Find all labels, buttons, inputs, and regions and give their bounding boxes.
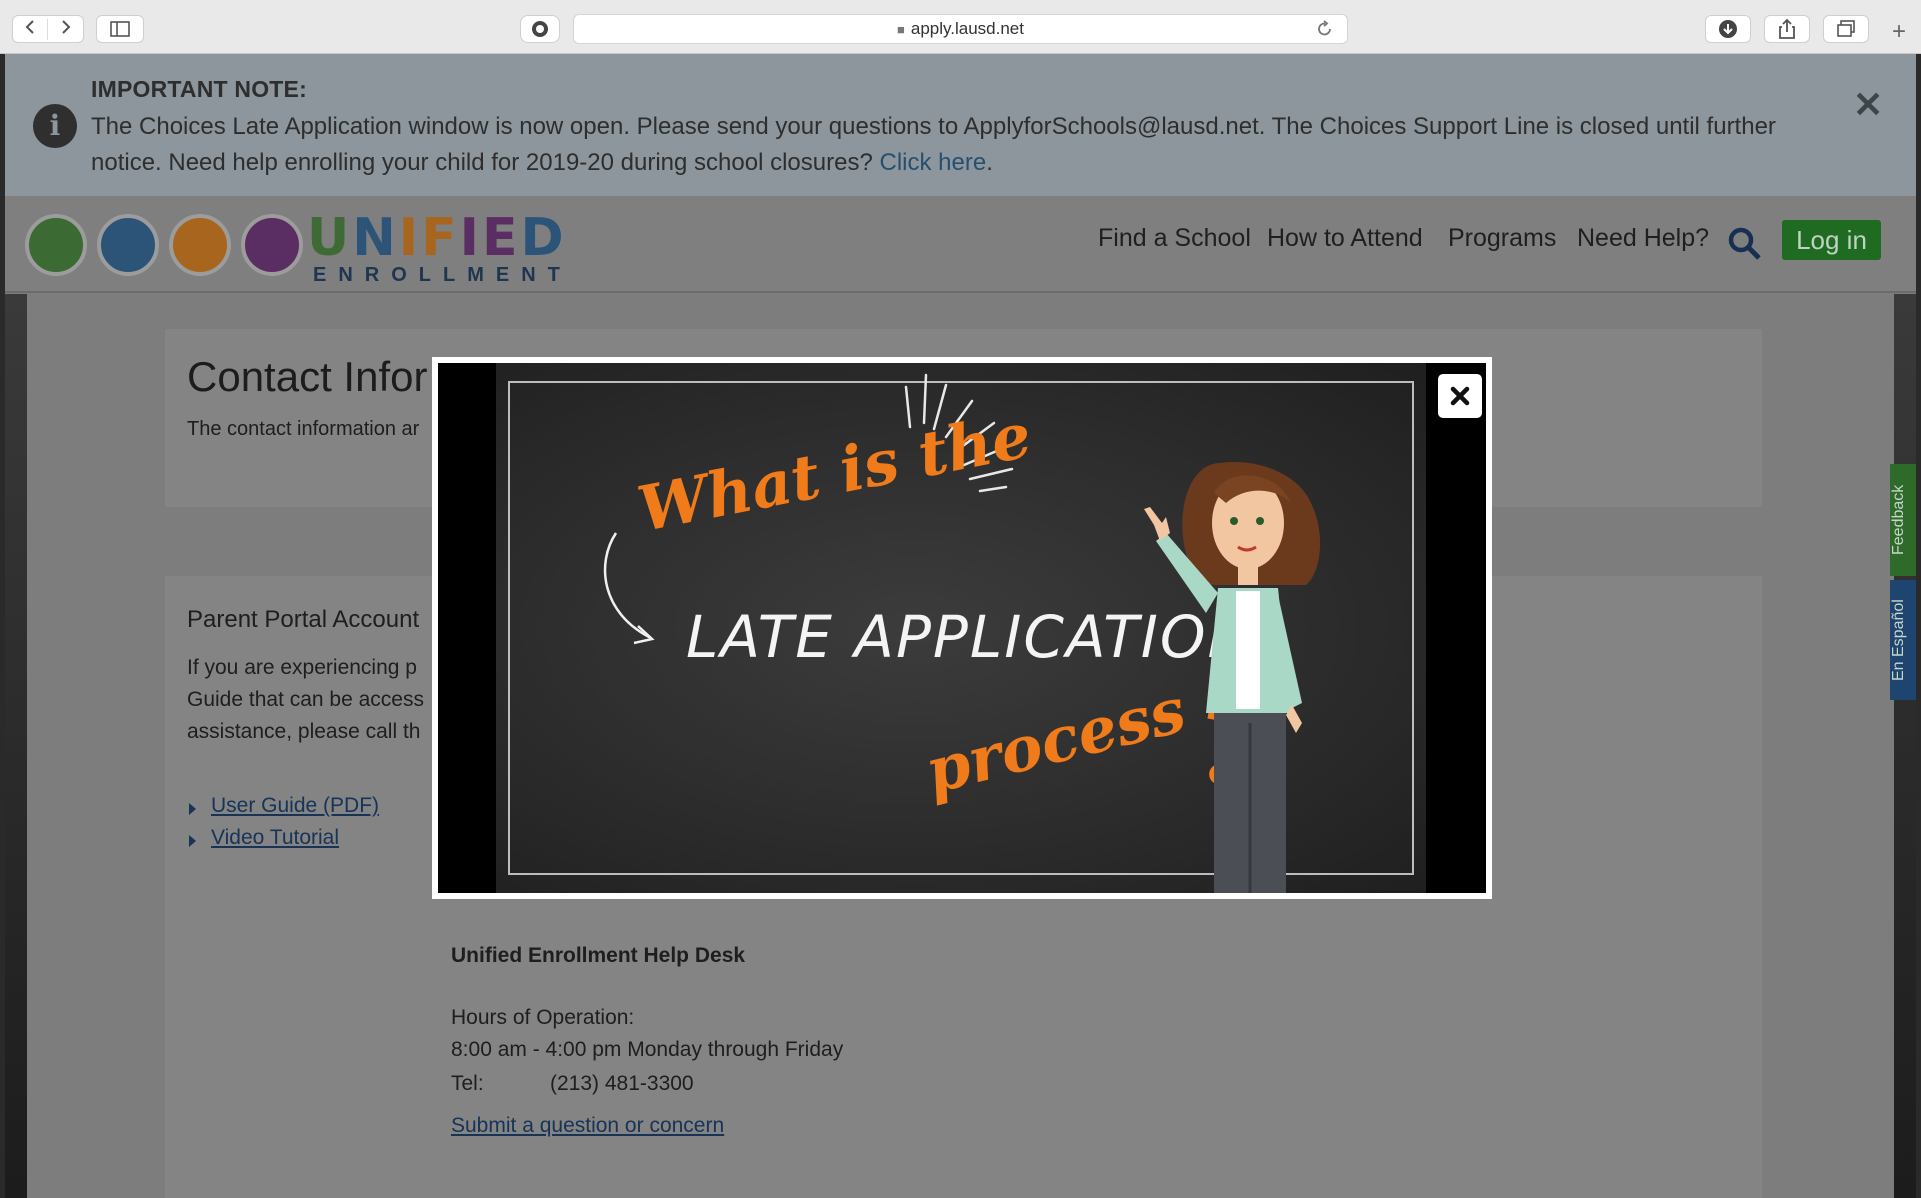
- next-card: [165, 1166, 1762, 1198]
- reload-icon[interactable]: [1317, 20, 1333, 43]
- privacy-icon[interactable]: [520, 15, 560, 43]
- nav-find-a-school[interactable]: Find a School: [1098, 224, 1251, 253]
- video-modal: What is the LATE APPLICATION process ?: [432, 357, 1492, 899]
- sidebar-toggle-icon[interactable]: [96, 15, 144, 43]
- share-icon[interactable]: [1764, 15, 1810, 43]
- background-left: [5, 294, 27, 1198]
- browser-toolbar: ■ apply.lausd.net +: [0, 0, 1921, 54]
- bullet-icon: [189, 803, 196, 815]
- nav-how-to-attend[interactable]: How to Attend: [1267, 224, 1423, 253]
- feedback-tab[interactable]: Feedback: [1890, 464, 1916, 576]
- search-icon[interactable]: [1727, 226, 1763, 267]
- close-notice-icon[interactable]: ✕: [1853, 84, 1883, 126]
- chalkboard: What is the LATE APPLICATION process ?: [496, 363, 1426, 893]
- info-icon: i: [33, 104, 77, 148]
- contact-intro: The contact information ar: [187, 418, 420, 440]
- notice-message: The Choices Late Application window is n…: [91, 109, 1801, 181]
- close-video-button[interactable]: [1438, 374, 1482, 418]
- logo-tree-icon: [25, 214, 87, 276]
- notice-click-here-link[interactable]: Click here: [879, 149, 986, 176]
- presenter-character: [1144, 462, 1321, 893]
- bullet-icon: [189, 835, 196, 847]
- lock-icon: ■: [897, 21, 905, 37]
- nav-need-help[interactable]: Need Help?: [1577, 224, 1709, 253]
- user-guide-link[interactable]: User Guide (PDF): [211, 794, 379, 818]
- helpdesk-title: Unified Enrollment Help Desk: [451, 944, 746, 967]
- important-notice-banner: i IMPORTANT NOTE: The Choices Late Appli…: [5, 54, 1916, 196]
- page-title: Contact Infor: [187, 353, 428, 400]
- notice-title: IMPORTANT NOTE:: [91, 76, 307, 102]
- site-header: UNIFIED ENROLLMENT Find a School How to …: [5, 196, 1916, 293]
- logo-family-icon: [169, 214, 231, 276]
- portal-line-2: Guide that can be access: [187, 688, 424, 711]
- back-icon[interactable]: [13, 18, 49, 40]
- logo-at-icon: [241, 214, 303, 276]
- tel-value: (213) 481-3300: [550, 1072, 694, 1095]
- hours-value: 8:00 am - 4:00 pm Monday through Friday: [451, 1038, 844, 1061]
- espanol-tab[interactable]: En Español: [1890, 580, 1916, 700]
- logo-subtitle: ENROLLMENT: [313, 264, 572, 286]
- portal-line-3: assistance, please call th: [187, 720, 421, 743]
- tel-label: Tel:: [451, 1072, 484, 1095]
- portal-heading: Parent Portal Account: [187, 606, 420, 633]
- submit-question-link[interactable]: Submit a question or concern: [451, 1114, 724, 1138]
- new-tab-icon[interactable]: +: [1884, 18, 1914, 48]
- video-tutorial-link[interactable]: Video Tutorial: [211, 826, 339, 850]
- notice-suffix: .: [986, 149, 993, 176]
- tabs-overview-icon[interactable]: [1823, 15, 1869, 43]
- download-icon[interactable]: [1705, 15, 1751, 43]
- nav-programs[interactable]: Programs: [1448, 224, 1556, 253]
- url-text: apply.lausd.net: [910, 19, 1024, 38]
- address-bar[interactable]: ■ apply.lausd.net: [573, 14, 1348, 44]
- logo-wordmark[interactable]: UNIFIED: [307, 208, 567, 268]
- background-right: [1894, 294, 1916, 1198]
- close-icon: [1450, 386, 1470, 406]
- back-forward-group: [12, 15, 84, 43]
- logo-school-icon: [97, 214, 159, 276]
- forward-icon[interactable]: [48, 19, 83, 40]
- portal-line-1: If you are experiencing p: [187, 656, 417, 679]
- login-button[interactable]: Log in: [1782, 220, 1881, 260]
- hours-label: Hours of Operation:: [451, 1006, 635, 1029]
- video-player[interactable]: What is the LATE APPLICATION process ?: [438, 363, 1486, 893]
